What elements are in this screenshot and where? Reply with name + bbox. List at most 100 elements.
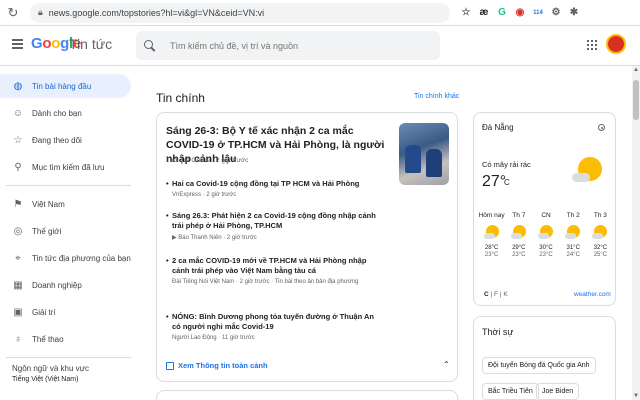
sidebar-item-label: Tin tức địa phương của bạn bbox=[32, 253, 131, 263]
search-icon[interactable] bbox=[144, 39, 156, 52]
forecast-high: 32°C bbox=[593, 245, 608, 251]
star-icon[interactable]: ☆ bbox=[460, 7, 472, 19]
location-target-icon[interactable] bbox=[598, 124, 605, 131]
scroll-up-icon[interactable]: ▲ bbox=[632, 66, 640, 74]
related-story-title[interactable]: Hai ca Covid-19 cộng đồng tại TP HCM và … bbox=[166, 179, 376, 189]
search-input[interactable] bbox=[170, 40, 420, 51]
forecast-high: 29°C bbox=[512, 245, 526, 251]
forecast-low: 24°C bbox=[566, 252, 580, 258]
partly-cloudy-icon bbox=[510, 225, 527, 241]
logo-letter: o bbox=[42, 35, 52, 52]
related-story[interactable]: NÓNG: Bình Dương phong tỏa tuyến đường ở… bbox=[166, 312, 376, 341]
unit-k[interactable]: K bbox=[503, 291, 507, 298]
ae-extension-icon[interactable]: æ bbox=[478, 7, 490, 19]
topic-chip[interactable]: Bắc Triều Tiên bbox=[482, 383, 539, 400]
forecast-day-label: CN bbox=[541, 212, 551, 219]
forecast-day-label: Th 7 bbox=[512, 212, 526, 219]
forecast-day: Hôm nay 28°C 23°C bbox=[478, 212, 505, 258]
forecast-low: 23°C bbox=[539, 252, 553, 258]
partly-cloudy-icon bbox=[483, 225, 500, 241]
reload-icon[interactable]: ↻ bbox=[4, 4, 22, 22]
section-title: Tin chính bbox=[156, 91, 205, 105]
related-story-meta: VnExpress · 2 giờ trước bbox=[172, 192, 237, 198]
sidebar-item-label: Doanh nghiệp bbox=[32, 280, 82, 290]
building-icon: ▦ bbox=[13, 279, 23, 291]
sidebar: ◍ Tin bài hàng đầu ☺ Dành cho bạn ☆ Đang theo… bbox=[0, 66, 140, 400]
sidebar-item-label: Giải trí bbox=[32, 307, 56, 317]
related-story-title[interactable]: Sáng 26.3: Phát hiện 2 ca Covid-19 cộng … bbox=[166, 211, 376, 231]
sidebar-item-top-2[interactable]: ☆ Đang theo dõi bbox=[0, 128, 131, 152]
main-menu-icon[interactable] bbox=[12, 39, 23, 49]
puzzle-icon[interactable]: ✱ bbox=[568, 7, 580, 19]
weather-forecast: Hôm nay 28°C 23°C Th 7 29°C 23°C CN 30°C 23°C Th … bbox=[478, 212, 614, 258]
forecast-day-label: Th 2 bbox=[566, 212, 580, 219]
sidebar-item-top-1[interactable]: ☺ Dành cho bạn bbox=[0, 101, 131, 125]
full-coverage-link[interactable]: Xem Thông tin toàn cảnh bbox=[166, 361, 268, 370]
scroll-thumb[interactable] bbox=[633, 80, 639, 120]
related-story[interactable]: Hai ca Covid-19 cộng đồng tại TP HCM và … bbox=[166, 179, 376, 198]
sidebar-item-label: Thể thao bbox=[32, 334, 64, 344]
gear-extension-icon[interactable]: ⚙ bbox=[550, 7, 562, 19]
next-story-card bbox=[156, 390, 458, 400]
logo-letter: g bbox=[60, 35, 69, 52]
related-story[interactable]: 2 ca mắc COVID-19 mới về TP.HCM và Hải P… bbox=[166, 256, 376, 285]
sidebar-divider bbox=[6, 357, 131, 358]
topics-card: Thời sự Đội tuyển Bóng đá Quốc gia Anh B… bbox=[473, 316, 616, 400]
related-story-title[interactable]: 2 ca mắc COVID-19 mới về TP.HCM và Hải P… bbox=[166, 256, 376, 276]
scroll-down-icon[interactable]: ▼ bbox=[632, 392, 640, 400]
shield-extension-icon[interactable]: ◉ bbox=[514, 7, 526, 19]
collapse-chevron-icon[interactable]: ⌃ bbox=[443, 360, 450, 369]
avatar[interactable] bbox=[606, 34, 626, 54]
language-value[interactable]: Tiếng Việt (Việt Nam) bbox=[0, 376, 140, 383]
sidebar-item-top-0[interactable]: ◍ Tin bài hàng đầu bbox=[0, 74, 131, 98]
flag-icon: ⚑ bbox=[13, 198, 23, 210]
weather-unit: C bbox=[504, 178, 510, 187]
related-story-title[interactable]: NÓNG: Bình Dương phong tỏa tuyến đường ở… bbox=[166, 312, 376, 332]
sidebar-item-section-5[interactable]: ♁ Thể thao bbox=[0, 327, 131, 351]
related-story-meta: Người Lao Động · 11 giờ trước bbox=[172, 335, 255, 341]
sidebar-item-label: Mục tìm kiếm đã lưu bbox=[32, 162, 105, 172]
sidebar-item-section-1[interactable]: ◎ Thế giới bbox=[0, 219, 131, 243]
address-bar[interactable]: 🔒︎ news.google.com/topstories?hl=vi&gl=V… bbox=[30, 2, 450, 23]
more-top-stories-link[interactable]: Tin chính khác bbox=[414, 93, 459, 100]
search-box[interactable] bbox=[136, 31, 440, 60]
forecast-day: Th 2 31°C 24°C bbox=[560, 212, 587, 258]
temperature-unit-switch[interactable]: C | F | K bbox=[484, 291, 508, 298]
sidebar-item-section-3[interactable]: ▦ Doanh nghiệp bbox=[0, 273, 131, 297]
sidebar-divider bbox=[6, 185, 131, 186]
forecast-low: 23°C bbox=[512, 252, 526, 258]
page-scrollbar[interactable]: ▲ ▼ bbox=[632, 66, 640, 400]
film-icon: ▣ bbox=[13, 306, 23, 318]
related-story-meta: ▶ Báo Thanh Niên · 2 giờ trước bbox=[172, 235, 257, 241]
language-label[interactable]: Ngôn ngữ và khu vực bbox=[0, 364, 140, 373]
url-text: news.google.com/topstories?hl=vi&gl=VN&c… bbox=[48, 7, 265, 18]
related-story[interactable]: Sáng 26.3: Phát hiện 2 ca Covid-19 cộng … bbox=[166, 211, 376, 241]
google-apps-icon[interactable] bbox=[587, 40, 597, 50]
cloud-icon bbox=[572, 173, 590, 182]
forecast-high: 31°C bbox=[566, 245, 580, 251]
full-coverage-label: Xem Thông tin toàn cảnh bbox=[178, 361, 268, 370]
forecast-day: Th 3 32°C 25°C bbox=[587, 212, 614, 258]
sidebar-item-section-4[interactable]: ▣ Giải trí bbox=[0, 300, 131, 324]
sidebar-item-section-2[interactable]: ⌖ Tin tức địa phương của bạn bbox=[0, 246, 131, 270]
badge-extension-icon[interactable]: 114 bbox=[532, 7, 544, 19]
full-coverage-icon bbox=[166, 361, 174, 370]
sidebar-item-section-0[interactable]: ⚑ Việt Nam bbox=[0, 192, 131, 216]
topics-title: Thời sự bbox=[482, 327, 514, 337]
unit-f[interactable]: F bbox=[494, 291, 498, 298]
unit-c[interactable]: C bbox=[484, 291, 489, 298]
weather-source-link[interactable]: weather.com bbox=[574, 291, 611, 298]
partly-cloudy-icon bbox=[592, 225, 608, 241]
sidebar-item-label: Tin bài hàng đầu bbox=[32, 81, 92, 91]
topic-chip[interactable]: Đội tuyển Bóng đá Quốc gia Anh bbox=[482, 357, 596, 374]
forecast-high: 30°C bbox=[539, 245, 553, 251]
weather-city[interactable]: Đà Nẵng bbox=[482, 123, 514, 132]
app-name[interactable]: Tin tức bbox=[69, 36, 112, 52]
forecast-day: Th 7 29°C 23°C bbox=[505, 212, 532, 258]
sidebar-item-label: Thế giới bbox=[32, 226, 62, 236]
sidebar-item-top-3[interactable]: ⚲ Mục tìm kiếm đã lưu bbox=[0, 155, 131, 179]
grammarly-extension-icon[interactable]: G bbox=[496, 7, 508, 19]
bike-icon: ♁ bbox=[14, 333, 22, 345]
topic-chip[interactable]: Joe Biden bbox=[536, 383, 580, 400]
top-story-thumbnail[interactable] bbox=[399, 123, 449, 185]
